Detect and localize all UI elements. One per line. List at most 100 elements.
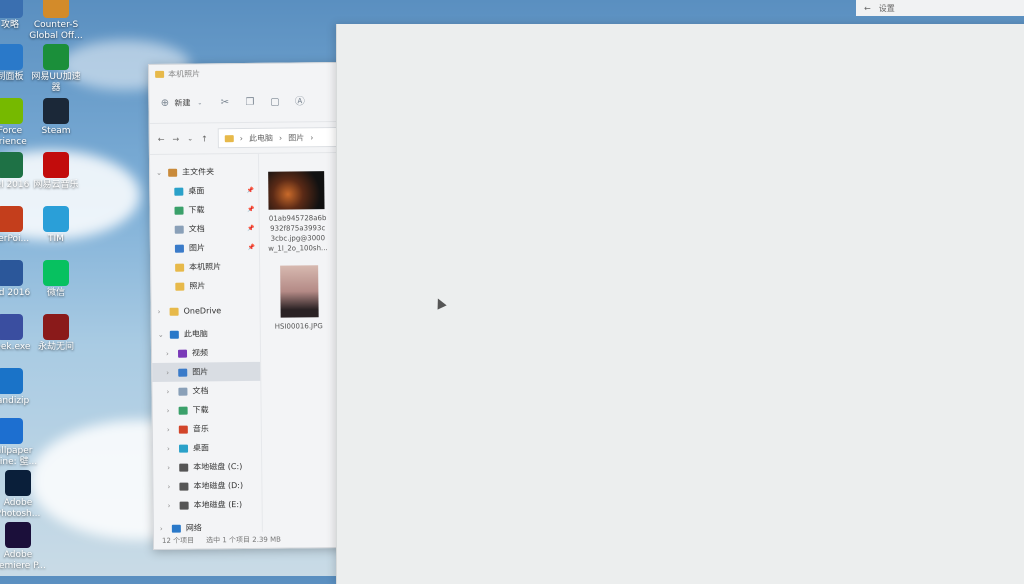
breadcrumb-pictures[interactable]: 图片 xyxy=(288,132,304,143)
nav-item-onedrive[interactable]: › OneDrive xyxy=(151,301,259,321)
settings-titlebar[interactable]: ← 设置 xyxy=(856,0,1024,16)
desktop-shortcut[interactable]: 网易云音乐 xyxy=(26,152,86,191)
up-arrow-icon[interactable]: ↑ xyxy=(201,134,208,143)
copy-icon[interactable]: ❐ xyxy=(244,96,255,107)
powerpoint-icon xyxy=(0,206,23,232)
nav-item-thispc-child[interactable]: › 桌面 xyxy=(153,438,261,458)
nav-item-thispc-child[interactable]: › 音乐 xyxy=(153,419,261,439)
nav-item-thispc-child[interactable]: › 本地磁盘 (D:) xyxy=(153,476,261,496)
folder-icon xyxy=(168,168,178,177)
file-explorer-window[interactable]: 本机照片 ⊕ 新建 ⌄ ✂ ❐ ▢ Ⓐ ← → ⌄ ↑ › 此电脑 › 图片 ›… xyxy=(148,61,354,550)
nav-item-label: 本地磁盘 (D:) xyxy=(193,481,244,491)
image-thumbnail[interactable] xyxy=(280,265,319,318)
folder-icon xyxy=(178,406,188,415)
geek-icon xyxy=(0,314,23,340)
desktop-shortcut[interactable]: Counter-S Global Off... xyxy=(26,0,86,42)
breadcrumb-thispc[interactable]: 此电脑 xyxy=(249,132,273,143)
chevron-right-icon[interactable]: › xyxy=(160,524,168,532)
folder-icon xyxy=(155,70,165,78)
desktop-shortcut[interactable]: Adobe Photosh... xyxy=(0,470,48,520)
chevron-down-icon[interactable]: ⌄ xyxy=(158,330,166,338)
nav-item-thispc-child[interactable]: › 下载 xyxy=(153,400,261,420)
bandizip-icon xyxy=(0,368,23,394)
pin-icon: 📌 xyxy=(247,243,255,251)
image-thumbnail[interactable] xyxy=(268,171,325,210)
desktop-shortcut-label: 微信 xyxy=(46,288,65,298)
chevron-right-icon[interactable]: › xyxy=(166,368,174,376)
folder-icon xyxy=(178,387,188,396)
desktop-shortcut[interactable]: Bandizip xyxy=(0,368,40,407)
desktop-shortcut[interactable]: 微信 xyxy=(26,260,86,299)
desktop-shortcut-label: Adobe Premiere P... xyxy=(0,550,46,571)
folder-icon xyxy=(178,444,189,453)
file-name[interactable]: HSI00016.JPG xyxy=(263,321,335,332)
selection-info: 选中 1 个项目 2.39 MB xyxy=(206,535,281,545)
desktop-shortcut[interactable]: 永劫无间 xyxy=(26,314,86,353)
nav-item-thispc[interactable]: ⌄ 此电脑 xyxy=(152,324,260,344)
wallpaper-engine-icon xyxy=(0,418,23,444)
item-count: 12 个项目 xyxy=(161,536,195,545)
desktop-shortcut-label: Wallpaper Engine: 壁... xyxy=(0,446,38,467)
folder-icon xyxy=(174,225,184,234)
desktop-shortcut[interactable]: TIM xyxy=(26,206,86,245)
tim-icon xyxy=(43,206,69,232)
file-name[interactable]: 01ab945728a6b 932f875a3993c 3cbc.jpg@300… xyxy=(262,213,334,254)
nav-item-label: 桌面 xyxy=(188,186,205,196)
chevron-right-icon[interactable]: › xyxy=(167,463,175,471)
nav-item-thispc-child[interactable]: › 文档 xyxy=(152,381,260,401)
chevron-right-icon[interactable]: › xyxy=(158,307,166,315)
nav-item-label: 下载 xyxy=(192,405,209,415)
back-icon[interactable]: ← xyxy=(158,134,165,143)
plus-circle-icon: ⊕ xyxy=(160,97,170,109)
nav-item-quick-access[interactable]: 桌面 📌 xyxy=(150,181,258,201)
desktop-shortcut[interactable]: Wallpaper Engine: 壁... xyxy=(0,418,40,468)
nav-item-quick-access[interactable]: 下载 📌 xyxy=(150,200,258,220)
chevron-right-icon[interactable]: › xyxy=(167,425,175,433)
address-bar[interactable]: › 此电脑 › 图片 › xyxy=(217,126,348,149)
status-bar: 12 个项目 选中 1 个项目 2.39 MB xyxy=(153,530,353,549)
nav-item-quick-access[interactable]: 图片 📌 xyxy=(151,238,259,258)
chevron-right-icon[interactable]: › xyxy=(167,482,175,490)
netease-music-icon xyxy=(43,152,69,178)
window-title: 本机照片 xyxy=(168,68,201,79)
chevron-down-icon[interactable]: ⌄ xyxy=(156,168,164,176)
breadcrumb-separator: › xyxy=(310,132,314,142)
nav-item-home[interactable]: ⌄ 主文件夹 xyxy=(150,162,258,182)
window-titlebar[interactable]: 本机照片 xyxy=(149,63,347,83)
nav-item-thispc-child[interactable]: › 图片 xyxy=(152,361,261,382)
nav-item-label: 此电脑 xyxy=(183,329,208,339)
chevron-right-icon[interactable]: › xyxy=(168,501,176,509)
csgo-icon xyxy=(43,0,69,18)
chevron-right-icon[interactable]: › xyxy=(166,349,174,357)
chevron-right-icon[interactable]: › xyxy=(167,406,175,414)
nav-item-label: 照片 xyxy=(189,281,206,291)
paste-icon[interactable]: ▢ xyxy=(269,96,280,107)
excel-icon xyxy=(0,152,23,178)
nav-item-quick-access[interactable]: 本机照片 xyxy=(151,257,259,277)
desktop-shortcut[interactable]: Adobe Premiere P... xyxy=(0,522,48,572)
cut-icon[interactable]: ✂ xyxy=(219,97,230,108)
toolbar: ⊕ 新建 ⌄ ✂ ❐ ▢ Ⓐ xyxy=(149,80,348,124)
back-arrow-icon[interactable]: ← xyxy=(864,4,871,13)
settings-title: 设置 xyxy=(878,3,895,13)
nav-item-quick-access[interactable]: 文档 📌 xyxy=(151,219,259,239)
steam-icon xyxy=(43,98,69,124)
nav-item-thispc-child[interactable]: › 视频 xyxy=(152,343,260,363)
chevron-down-icon[interactable]: ⌄ xyxy=(187,135,193,143)
new-button[interactable]: ⊕ 新建 ⌄ xyxy=(159,97,205,108)
nav-item-thispc-child[interactable]: › 本地磁盘 (C:) xyxy=(153,457,261,477)
rename-icon[interactable]: Ⓐ xyxy=(294,96,305,107)
nav-item-quick-access[interactable]: 照片 xyxy=(151,276,259,296)
chevron-right-icon[interactable]: › xyxy=(166,387,174,395)
chevron-right-icon[interactable]: › xyxy=(167,444,175,452)
nav-item-label: 本机照片 xyxy=(189,262,222,272)
breadcrumb-separator: › xyxy=(239,133,244,143)
folder-icon xyxy=(178,368,188,377)
forward-icon[interactable]: → xyxy=(172,134,179,143)
desktop-shortcut-label: Steam xyxy=(41,126,71,136)
nav-item-thispc-child[interactable]: › 本地磁盘 (E:) xyxy=(154,495,262,515)
wechat-icon xyxy=(43,260,69,286)
folder-icon xyxy=(169,307,179,316)
desktop-shortcut[interactable]: 网易UU加速 器 xyxy=(26,44,86,94)
desktop-shortcut[interactable]: Steam xyxy=(26,98,86,137)
